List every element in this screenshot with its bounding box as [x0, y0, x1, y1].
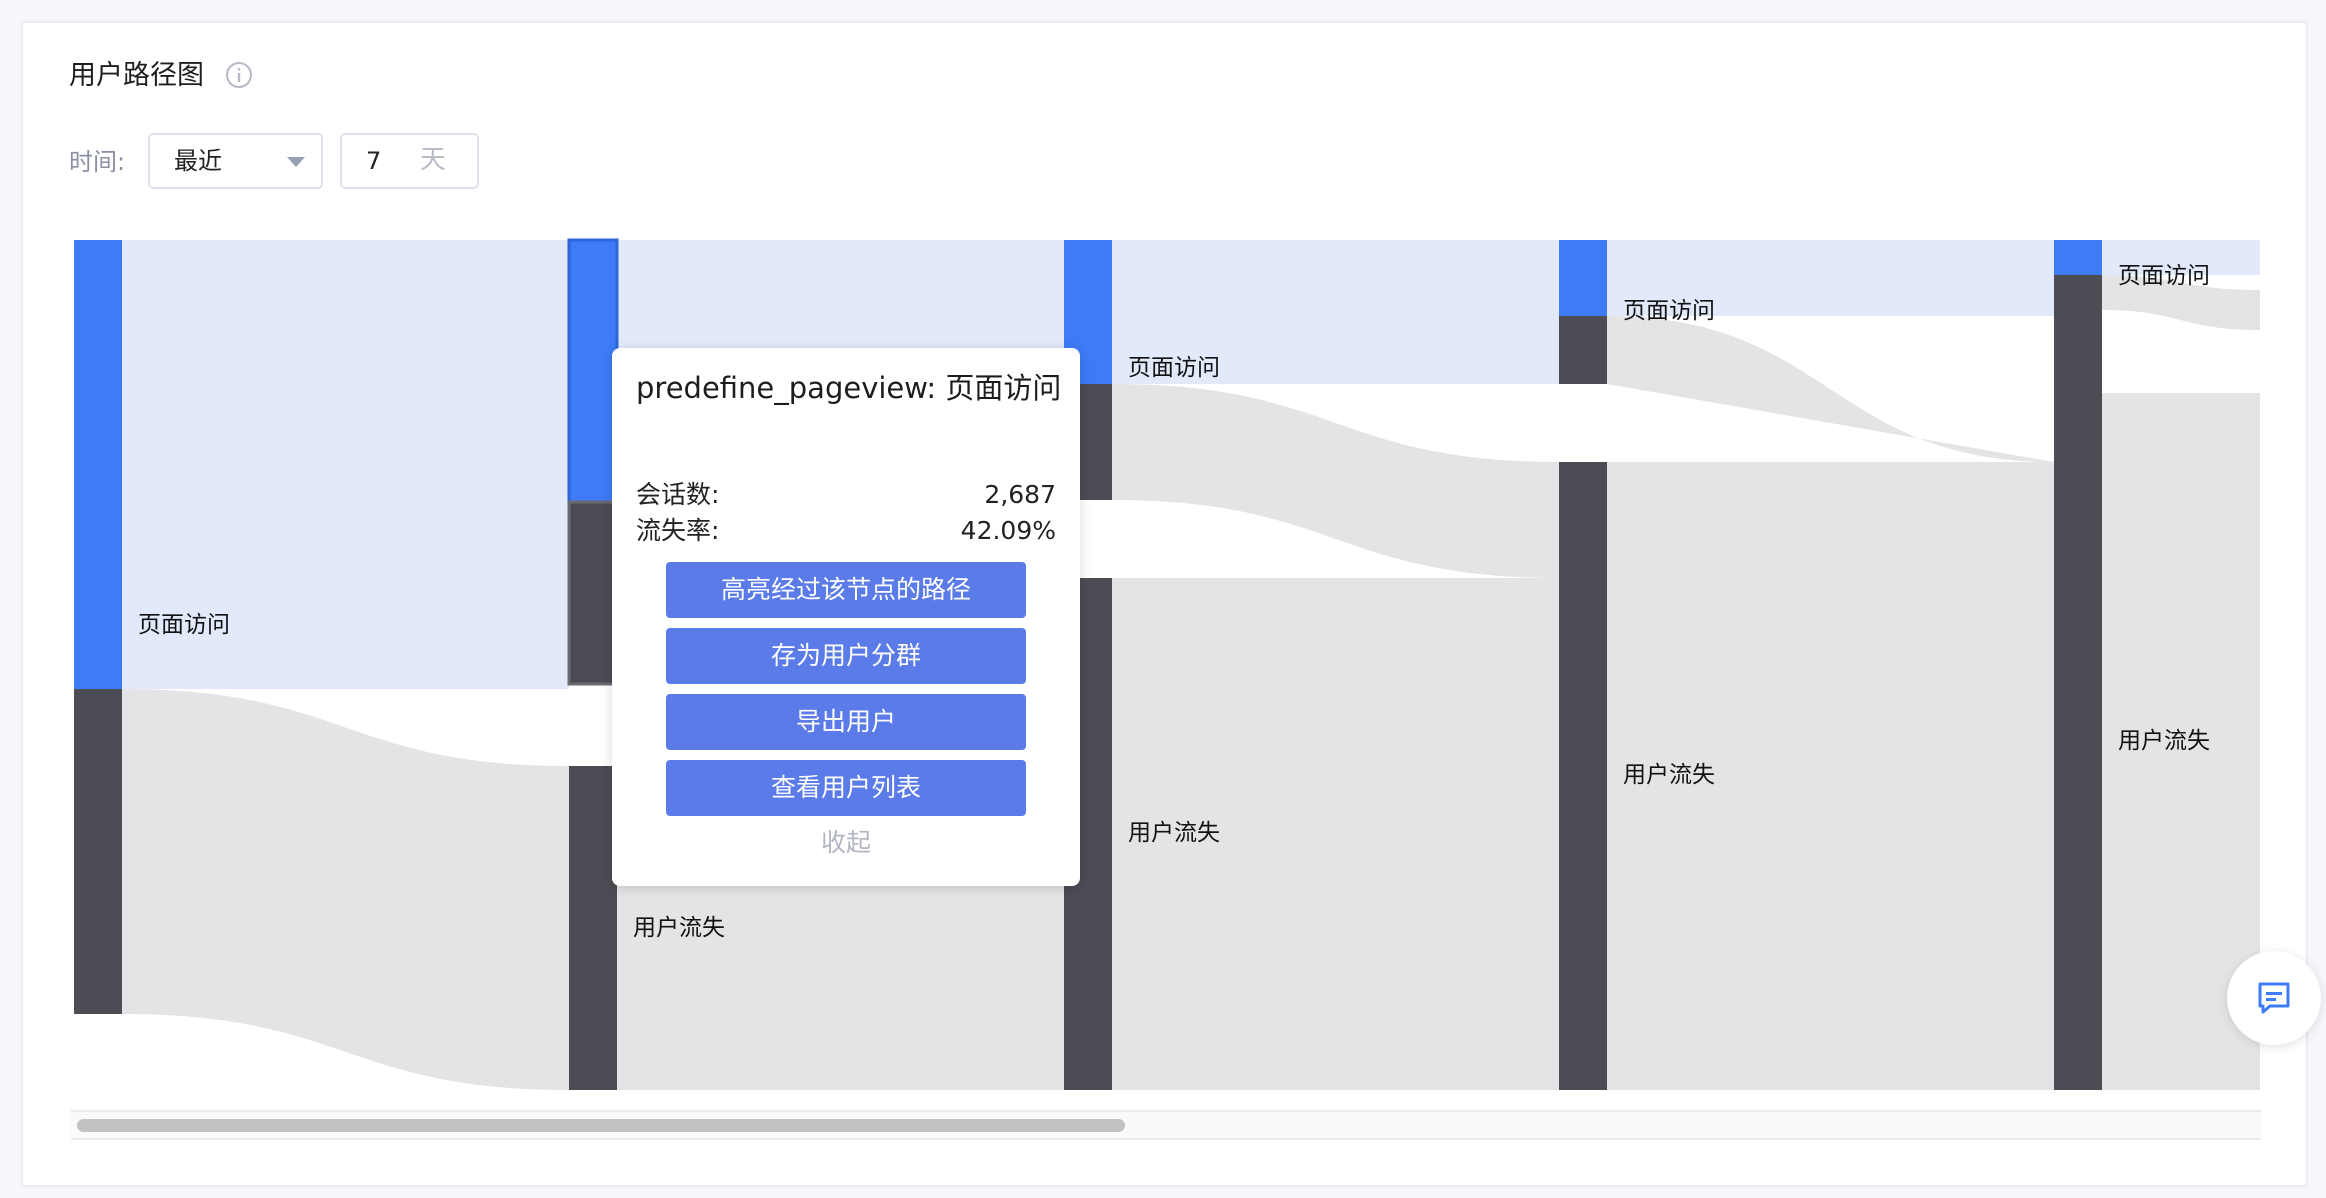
node-label-col5-churn: 用户流失 — [2118, 728, 2210, 754]
sessions-label: 会话数: — [636, 480, 720, 509]
feedback-button[interactable] — [2227, 951, 2321, 1045]
node-label-col3-page: 页面访问 — [1128, 355, 1220, 381]
node-col2-page[interactable] — [567, 238, 619, 504]
sessions-value: 2,687 — [984, 480, 1056, 509]
node-col2-churn[interactable] — [569, 766, 617, 1090]
node-label-col4-churn: 用户流失 — [1623, 762, 1715, 788]
node-col4-page[interactable] — [1559, 240, 1607, 316]
node-label-col5-page: 页面访问 — [2118, 263, 2210, 289]
churn-rate-label: 流失率: — [636, 516, 720, 545]
sessions-stat: 会话数: 2,687 — [636, 478, 1056, 512]
node-col4-page-churn-part[interactable] — [1559, 316, 1607, 384]
popup-title: predefine_pageview: 页面访问 — [636, 371, 1062, 405]
collapse-button[interactable]: 收起 — [612, 826, 1080, 860]
flow-col3-page-churn[interactable] — [1112, 384, 1559, 578]
path-sankey-diagram — [74, 238, 2260, 1090]
node-col4-churn[interactable] — [1559, 462, 1607, 1090]
save-segment-button[interactable]: 存为用户分群 — [666, 628, 1026, 684]
node-col5-page-churn-part[interactable] — [2054, 275, 2102, 393]
node-col1-churn[interactable] — [74, 689, 122, 1014]
churn-rate-stat: 流失率: 42.09% — [636, 514, 1056, 548]
churn-rate-value: 42.09% — [960, 516, 1056, 545]
horizontal-scrollbar[interactable] — [71, 1110, 2261, 1140]
node-col2-page-churn-part[interactable] — [567, 500, 619, 686]
view-user-list-button[interactable]: 查看用户列表 — [666, 760, 1026, 816]
flow-col1-churn[interactable] — [122, 689, 569, 1090]
flow-col4-page-churn[interactable] — [1607, 316, 2054, 462]
node-label-col2-churn: 用户流失 — [633, 915, 725, 941]
node-label-col4-page: 页面访问 — [1623, 298, 1715, 324]
node-col5-page[interactable] — [2054, 240, 2102, 275]
node-col1-page[interactable] — [74, 240, 122, 689]
node-label-col1-page: 页面访问 — [138, 612, 230, 638]
node-label-col3-churn: 用户流失 — [1128, 820, 1220, 846]
node-detail-popup: predefine_pageview: 页面访问 会话数: 2,687 流失率:… — [612, 348, 1080, 886]
scrollbar-thumb[interactable] — [77, 1119, 1125, 1132]
node-col5-churn[interactable] — [2054, 393, 2102, 1090]
export-users-button[interactable]: 导出用户 — [666, 694, 1026, 750]
highlight-path-button[interactable]: 高亮经过该节点的路径 — [666, 562, 1026, 618]
chat-icon — [2258, 982, 2290, 1014]
